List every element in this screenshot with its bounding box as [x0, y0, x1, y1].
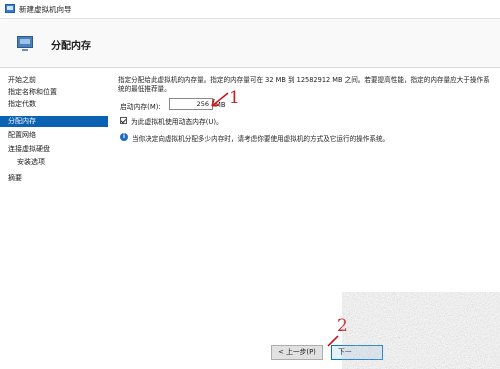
dynamic-memory-checkbox[interactable] [120, 117, 127, 124]
startup-memory-label: 启动内存(M): [120, 103, 161, 111]
sidebar-item-name-location[interactable]: 指定名称和位置 [0, 87, 108, 98]
page-title: 分配内存 [51, 41, 91, 52]
sidebar-item-generation[interactable]: 指定代数 [0, 99, 108, 110]
annotation-number-1: 1 [229, 88, 240, 108]
sidebar-item-installation-options[interactable]: 安装选项 [0, 157, 108, 168]
sidebar-item-before-you-begin[interactable]: 开始之前 [0, 75, 108, 86]
annotation-1: 1 [206, 88, 246, 114]
sidebar-item-configure-network[interactable]: 配置网络 [0, 130, 108, 141]
dynamic-memory-label[interactable]: 为此虚拟机使用动态内存(U)。 [131, 116, 223, 126]
sidebar-item-connect-vhd[interactable]: 连接虚拟硬盘 [0, 144, 108, 155]
info-text: 当你决定向虚拟机分配多少内存时，请考虑你要使用虚拟机的方式及它运行的操作系统。 [132, 135, 390, 143]
info-icon: i [120, 133, 128, 141]
title-bar: 新建虚拟机向导 [0, 0, 500, 19]
sidebar-item-summary[interactable]: 摘要 [0, 173, 108, 184]
hyper-v-window-icon [5, 4, 15, 13]
window-title: 新建虚拟机向导 [19, 5, 72, 14]
description-text: 指定分配给此虚拟机的内存量。指定的内存量可在 32 MB 到 12582912 … [118, 76, 490, 93]
previous-button[interactable]: < 上一步(P) [271, 345, 323, 360]
memory-chip-icon [17, 36, 33, 51]
image-noise-overlay [342, 292, 500, 369]
sidebar-item-assign-memory[interactable]: 分配内存 [0, 116, 108, 127]
wizard-steps-sidebar: 开始之前 指定名称和位置 指定代数 分配内存 配置网络 连接虚拟硬盘 安装选项 … [0, 68, 108, 369]
wizard-header: 分配内存 [0, 19, 500, 68]
